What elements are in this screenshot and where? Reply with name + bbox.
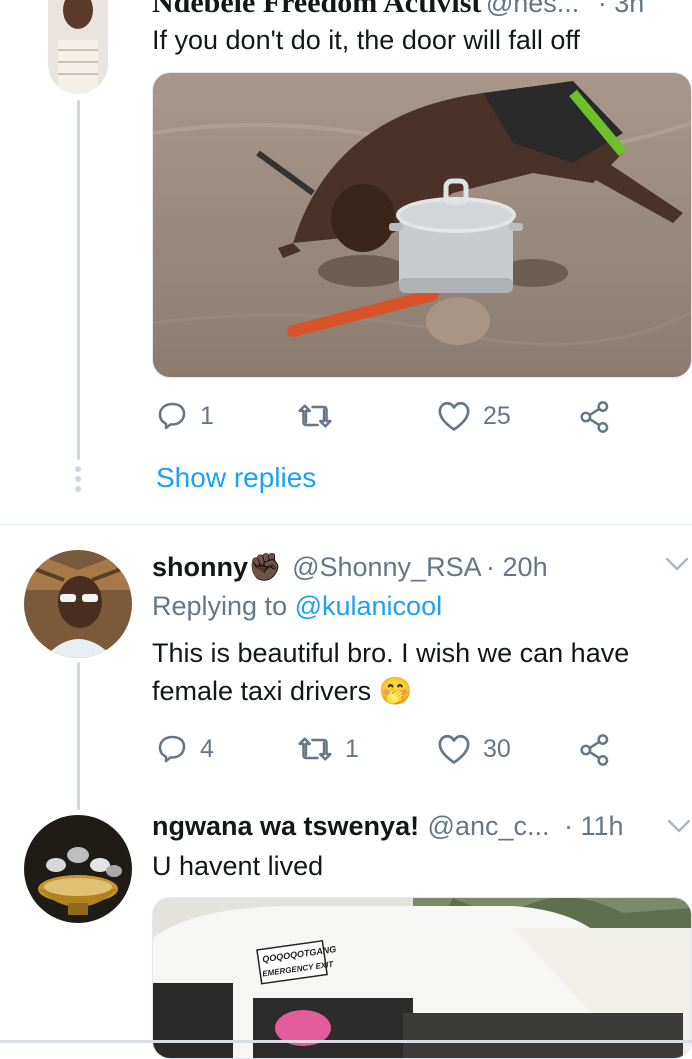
share-button[interactable]	[579, 400, 611, 434]
display-name[interactable]: Ndebele Freedom Activist	[152, 0, 481, 19]
reply-button[interactable]: 1	[156, 400, 214, 432]
tweet-text: If you don't do it, the door will fall o…	[152, 25, 580, 55]
timestamp[interactable]: · 11h	[564, 811, 624, 841]
retweet-count: 1	[345, 734, 359, 763]
display-name[interactable]: shonny✊🏿	[152, 552, 282, 582]
thread-connector	[77, 662, 80, 810]
replying-to-label: Replying to	[152, 591, 295, 621]
username[interactable]: @nes...	[486, 0, 579, 18]
show-replies-link[interactable]: Show replies	[156, 462, 316, 494]
share-icon	[580, 401, 609, 433]
timestamp[interactable]: · 20h	[486, 552, 548, 582]
reply-count: 1	[200, 401, 214, 430]
ellipsis-vertical-icon	[74, 465, 82, 498]
username[interactable]: @Shonny_RSA	[292, 552, 482, 582]
like-count: 25	[483, 401, 511, 430]
tweet-text: This is beautiful bro. I wish we can hav…	[152, 638, 630, 706]
flood-photo	[153, 73, 691, 377]
retweet-icon	[298, 404, 332, 428]
chevron-down-icon[interactable]	[666, 818, 692, 839]
reply-button[interactable]: 4	[156, 733, 214, 765]
like-count: 30	[483, 734, 511, 763]
retweet-button[interactable]	[297, 400, 345, 432]
tweet-header: ngwana wa tswenya! @anc_c... · 11h	[152, 811, 624, 842]
retweet-button[interactable]: 1	[297, 733, 359, 765]
tweet-header: shonny✊🏿 @Shonny_RSA · 20h	[152, 551, 548, 583]
thread-connector	[77, 100, 80, 460]
avatar-ndebele[interactable]	[48, 0, 108, 94]
tweet-text: U havent lived	[152, 851, 324, 881]
display-name[interactable]: ngwana wa tswenya!	[152, 811, 419, 841]
avatar-ngwana[interactable]	[24, 815, 132, 923]
like-icon	[438, 734, 470, 764]
reply-icon	[158, 735, 186, 763]
replying-to: Replying to @kulanicool	[152, 591, 442, 622]
avatar-shonny[interactable]	[24, 550, 132, 658]
retweet-icon	[298, 737, 332, 761]
username[interactable]: @anc_c...	[428, 811, 550, 841]
like-button[interactable]: 25	[437, 400, 511, 432]
timestamp[interactable]: · 3h	[598, 0, 645, 18]
reply-count: 4	[200, 734, 214, 763]
taxi-photo: QOQOQOTGANG EMERGENCY EXIT	[153, 898, 691, 1058]
tweet-header: Ndebele Freedom Activist @nes... · 3h	[152, 0, 644, 20]
chevron-down-icon[interactable]	[664, 556, 690, 577]
divider	[0, 524, 692, 525]
like-icon	[438, 401, 470, 431]
tweet-image[interactable]: QOQOQOTGANG EMERGENCY EXIT	[152, 897, 692, 1059]
share-icon	[580, 734, 609, 766]
like-button[interactable]: 30	[437, 733, 511, 765]
share-button[interactable]	[579, 733, 611, 767]
tweet-image[interactable]	[152, 72, 692, 378]
mention-link[interactable]: @kulanicool	[295, 591, 443, 621]
reply-icon	[158, 402, 186, 430]
